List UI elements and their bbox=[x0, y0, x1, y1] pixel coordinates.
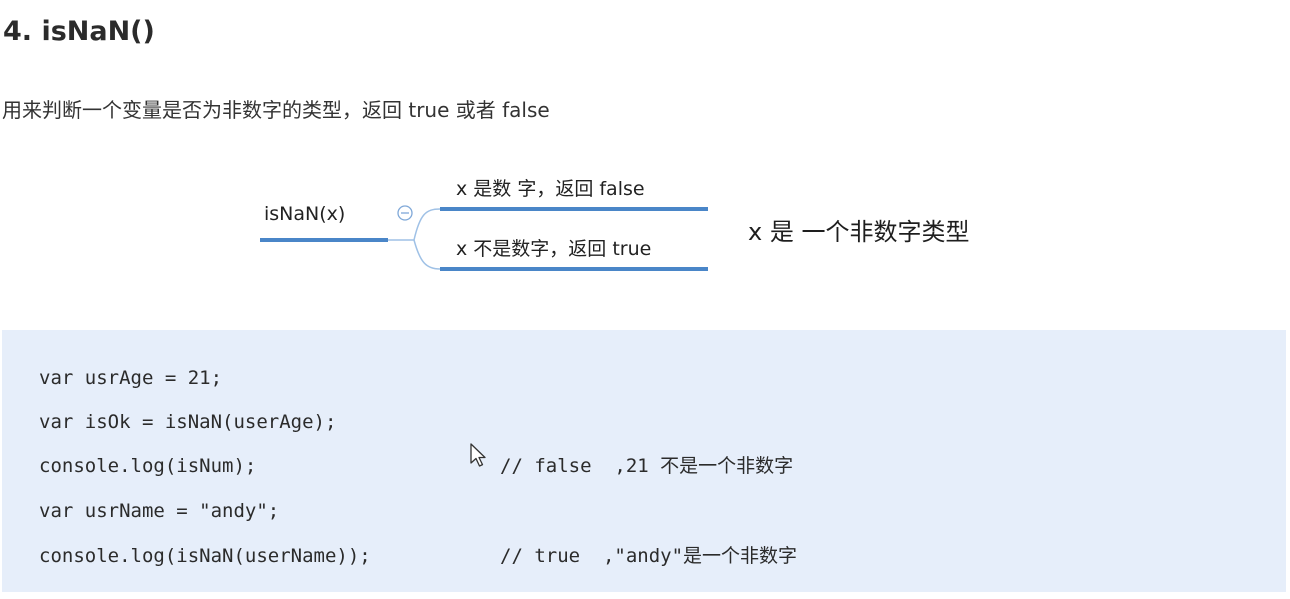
mind-map-branch-false: x 不是数字，返回 true bbox=[456, 238, 652, 260]
mouse-pointer-icon bbox=[470, 443, 486, 467]
code-comment: // true ,"andy"是一个非数字 bbox=[500, 545, 798, 567]
minus-circle-icon[interactable] bbox=[397, 205, 413, 221]
mind-map-root: isNaN(x) bbox=[264, 203, 346, 225]
mind-map: isNaN(x) x 是数 字，返回 false x 不是数字，返回 true … bbox=[0, 0, 1290, 300]
code-line: var usrName = "andy"; bbox=[39, 500, 280, 522]
code-comment: // false ,21 不是一个非数字 bbox=[500, 455, 794, 477]
branch-connector-lower bbox=[413, 239, 441, 270]
code-line: var isOk = isNaN(userAge); bbox=[39, 411, 337, 433]
code-line: var usrAge = 21; bbox=[39, 367, 223, 389]
code-line: console.log(isNum); bbox=[39, 455, 257, 477]
mind-map-note: x 是 一个非数字类型 bbox=[748, 218, 970, 246]
document-page: 4. isNaN() 用来判断一个变量是否为非数字的类型，返回 true 或者 … bbox=[0, 0, 1290, 599]
code-line: console.log(isNaN(userName)); bbox=[39, 545, 371, 567]
mind-map-branch-true: x 是数 字，返回 false bbox=[456, 178, 645, 200]
branch-connector-upper bbox=[413, 208, 441, 241]
